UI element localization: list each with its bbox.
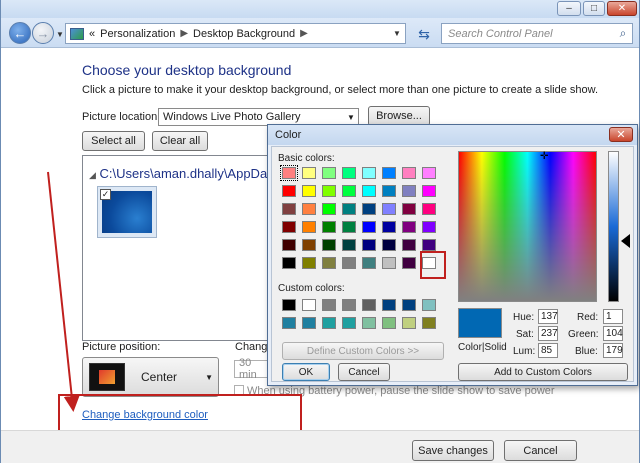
custom-colors-grid	[282, 299, 436, 329]
basic-color-swatch[interactable]	[382, 239, 396, 251]
basic-color-swatch[interactable]	[302, 257, 316, 269]
basic-color-swatch[interactable]	[422, 185, 436, 197]
basic-color-swatch[interactable]	[422, 239, 436, 251]
basic-color-swatch[interactable]	[322, 167, 336, 179]
basic-color-swatch[interactable]	[322, 239, 336, 251]
define-custom-colors-button[interactable]: Define Custom Colors >>	[282, 342, 444, 360]
basic-color-swatch[interactable]	[322, 257, 336, 269]
basic-color-swatch[interactable]	[322, 221, 336, 233]
custom-color-swatch[interactable]	[362, 299, 376, 311]
basic-color-swatch[interactable]	[362, 239, 376, 251]
basic-color-swatch[interactable]	[402, 257, 416, 269]
basic-color-swatch[interactable]	[362, 221, 376, 233]
green-label: Green:	[568, 329, 599, 340]
hue-input[interactable]: 137	[538, 309, 558, 324]
basic-color-swatch[interactable]	[422, 167, 436, 179]
sat-input[interactable]: 237	[538, 326, 558, 341]
basic-color-swatch[interactable]	[322, 203, 336, 215]
basic-color-swatch[interactable]	[282, 239, 296, 251]
basic-color-swatch[interactable]	[342, 167, 356, 179]
color-spectrum[interactable]	[458, 151, 597, 302]
basic-color-swatch[interactable]	[342, 203, 356, 215]
basic-color-swatch[interactable]	[322, 185, 336, 197]
selection-highlight-box	[420, 251, 446, 279]
basic-color-swatch[interactable]	[382, 167, 396, 179]
basic-color-swatch[interactable]	[282, 257, 296, 269]
hue-label: Hue:	[513, 312, 535, 323]
custom-color-swatch[interactable]	[282, 317, 296, 329]
custom-color-swatch[interactable]	[322, 317, 336, 329]
basic-color-swatch[interactable]	[402, 167, 416, 179]
blue-label: Blue:	[575, 346, 598, 357]
color-solid-label: Color|Solid	[458, 342, 507, 353]
basic-color-swatch[interactable]	[302, 185, 316, 197]
basic-color-swatch[interactable]	[382, 185, 396, 197]
custom-color-swatch[interactable]	[402, 299, 416, 311]
basic-color-swatch[interactable]	[302, 239, 316, 251]
basic-color-swatch[interactable]	[342, 185, 356, 197]
sat-label: Sat:	[516, 329, 534, 340]
basic-color-swatch[interactable]	[402, 203, 416, 215]
basic-color-swatch[interactable]	[302, 221, 316, 233]
basic-color-swatch[interactable]	[282, 185, 296, 197]
custom-color-swatch[interactable]	[302, 317, 316, 329]
basic-color-swatch[interactable]	[342, 221, 356, 233]
basic-color-swatch[interactable]	[382, 257, 396, 269]
basic-colors-label: Basic colors:	[278, 153, 335, 164]
color-dialog-body: Basic colors: Custom colors: Define Cust…	[271, 146, 634, 382]
custom-color-swatch[interactable]	[402, 317, 416, 329]
crosshair-icon: ✛	[540, 151, 549, 162]
color-dialog-close-button[interactable]: ✕	[609, 127, 633, 142]
color-cancel-button[interactable]: Cancel	[338, 363, 390, 381]
custom-color-swatch[interactable]	[382, 299, 396, 311]
basic-color-swatch[interactable]	[362, 167, 376, 179]
custom-color-swatch[interactable]	[342, 299, 356, 311]
basic-color-swatch[interactable]	[282, 221, 296, 233]
basic-color-swatch[interactable]	[402, 239, 416, 251]
basic-colors-grid	[280, 165, 436, 269]
basic-color-swatch[interactable]	[422, 221, 436, 233]
color-dialog: Color ✕ Basic colors: Custom colors: Def…	[267, 124, 638, 386]
custom-color-swatch[interactable]	[322, 299, 336, 311]
custom-color-swatch[interactable]	[422, 299, 436, 311]
custom-color-swatch[interactable]	[362, 317, 376, 329]
basic-color-swatch[interactable]	[280, 165, 298, 181]
lum-label: Lum:	[513, 346, 536, 357]
basic-color-swatch[interactable]	[382, 221, 396, 233]
basic-color-swatch[interactable]	[302, 167, 316, 179]
basic-color-swatch[interactable]	[282, 203, 296, 215]
luminosity-arrow-icon[interactable]	[621, 234, 630, 248]
desktop-background-window: – □ ✕ ← → ▼ « Personalization ▶ Desktop …	[0, 0, 640, 463]
custom-color-swatch[interactable]	[342, 317, 356, 329]
basic-color-swatch[interactable]	[342, 257, 356, 269]
basic-color-swatch[interactable]	[302, 203, 316, 215]
basic-color-swatch[interactable]	[402, 185, 416, 197]
basic-color-swatch[interactable]	[402, 221, 416, 233]
ok-button[interactable]: OK	[282, 363, 330, 381]
custom-color-swatch[interactable]	[422, 317, 436, 329]
red-label: Red:	[577, 312, 599, 323]
basic-color-swatch[interactable]	[342, 239, 356, 251]
custom-colors-label: Custom colors:	[278, 283, 345, 294]
blue-input[interactable]: 179	[603, 343, 623, 358]
lum-input[interactable]: 85	[538, 343, 558, 358]
basic-color-swatch[interactable]	[362, 185, 376, 197]
red-input[interactable]: 1	[603, 309, 623, 324]
basic-color-swatch[interactable]	[362, 257, 376, 269]
custom-color-swatch[interactable]	[282, 299, 296, 311]
add-to-custom-colors-button[interactable]: Add to Custom Colors	[458, 363, 628, 381]
custom-color-swatch[interactable]	[382, 317, 396, 329]
green-input[interactable]: 104	[603, 326, 623, 341]
basic-color-swatch[interactable]	[362, 203, 376, 215]
luminosity-slider[interactable]	[608, 151, 619, 302]
custom-color-swatch[interactable]	[302, 299, 316, 311]
basic-color-swatch[interactable]	[422, 203, 436, 215]
basic-color-swatch[interactable]	[382, 203, 396, 215]
color-dialog-title: Color	[268, 125, 637, 145]
color-preview	[458, 308, 502, 338]
